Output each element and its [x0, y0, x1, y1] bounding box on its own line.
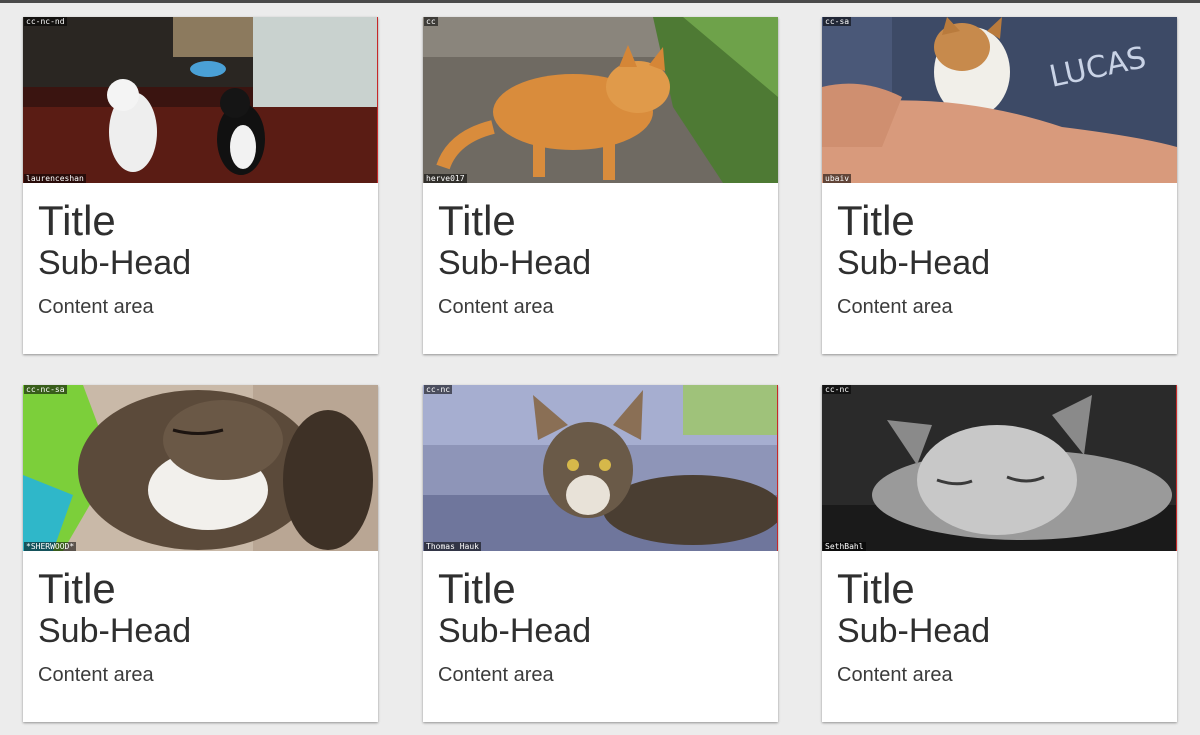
- card[interactable]: cc-nc Thomas Hauk Title Sub-Head Content…: [423, 385, 778, 722]
- author-tag: laurenceshan: [24, 174, 86, 183]
- card-subhead: Sub-Head: [438, 612, 592, 650]
- author-tag: SethBahl: [823, 542, 866, 551]
- card[interactable]: cc herve017 Title Sub-Head Content area: [423, 17, 778, 354]
- card-title: Title: [438, 197, 516, 244]
- author-tag: herve017: [424, 174, 467, 183]
- author-tag: ubaiv: [823, 174, 852, 183]
- card-body: Title Sub-Head Content area: [822, 551, 1177, 687]
- card-image: cc herve017: [423, 17, 778, 183]
- card-title: Title: [38, 565, 116, 612]
- card-content: Content area: [38, 664, 154, 686]
- card-title: Title: [438, 565, 516, 612]
- card-image: cc-nc-sa *SHERWOOD*: [23, 385, 378, 551]
- card-grid: cc-nc-nd laurenceshan Title Sub-Head Con…: [0, 0, 1200, 735]
- card-content: Content area: [438, 664, 554, 686]
- card[interactable]: LUCAS cc-sa ubaiv Title Sub-Head Content…: [822, 17, 1177, 354]
- license-tag: cc: [424, 17, 438, 26]
- card-content: Content area: [837, 664, 953, 686]
- card-image: cc-nc SethBahl: [822, 385, 1177, 551]
- card-subhead: Sub-Head: [38, 612, 192, 650]
- license-tag: cc-sa: [823, 17, 852, 26]
- author-tag: Thomas Hauk: [424, 542, 481, 551]
- card-body: Title Sub-Head Content area: [822, 183, 1177, 319]
- card-image: cc-nc-nd laurenceshan: [23, 17, 378, 183]
- card-title: Title: [837, 565, 915, 612]
- card-body: Title Sub-Head Content area: [23, 551, 378, 687]
- card-body: Title Sub-Head Content area: [423, 551, 778, 687]
- license-tag: cc-nc-sa: [24, 385, 67, 394]
- license-tag: cc-nc-nd: [24, 17, 67, 26]
- card-title: Title: [837, 197, 915, 244]
- card-body: Title Sub-Head Content area: [23, 183, 378, 319]
- card-content: Content area: [837, 296, 953, 318]
- card-title: Title: [38, 197, 116, 244]
- card[interactable]: cc-nc-sa *SHERWOOD* Title Sub-Head Conte…: [23, 385, 378, 722]
- license-tag: cc-nc: [823, 385, 852, 394]
- card-content: Content area: [38, 296, 154, 318]
- card-subhead: Sub-Head: [837, 244, 991, 282]
- license-tag: cc-nc: [424, 385, 453, 394]
- card-content: Content area: [438, 296, 554, 318]
- card[interactable]: cc-nc SethBahl Title Sub-Head Content ar…: [822, 385, 1177, 722]
- card-image: LUCAS cc-sa ubaiv: [822, 17, 1177, 183]
- card-subhead: Sub-Head: [438, 244, 592, 282]
- card-body: Title Sub-Head Content area: [423, 183, 778, 319]
- card[interactable]: cc-nc-nd laurenceshan Title Sub-Head Con…: [23, 17, 378, 354]
- card-subhead: Sub-Head: [38, 244, 192, 282]
- card-image: cc-nc Thomas Hauk: [423, 385, 778, 551]
- card-subhead: Sub-Head: [837, 612, 991, 650]
- author-tag: *SHERWOOD*: [24, 542, 77, 551]
